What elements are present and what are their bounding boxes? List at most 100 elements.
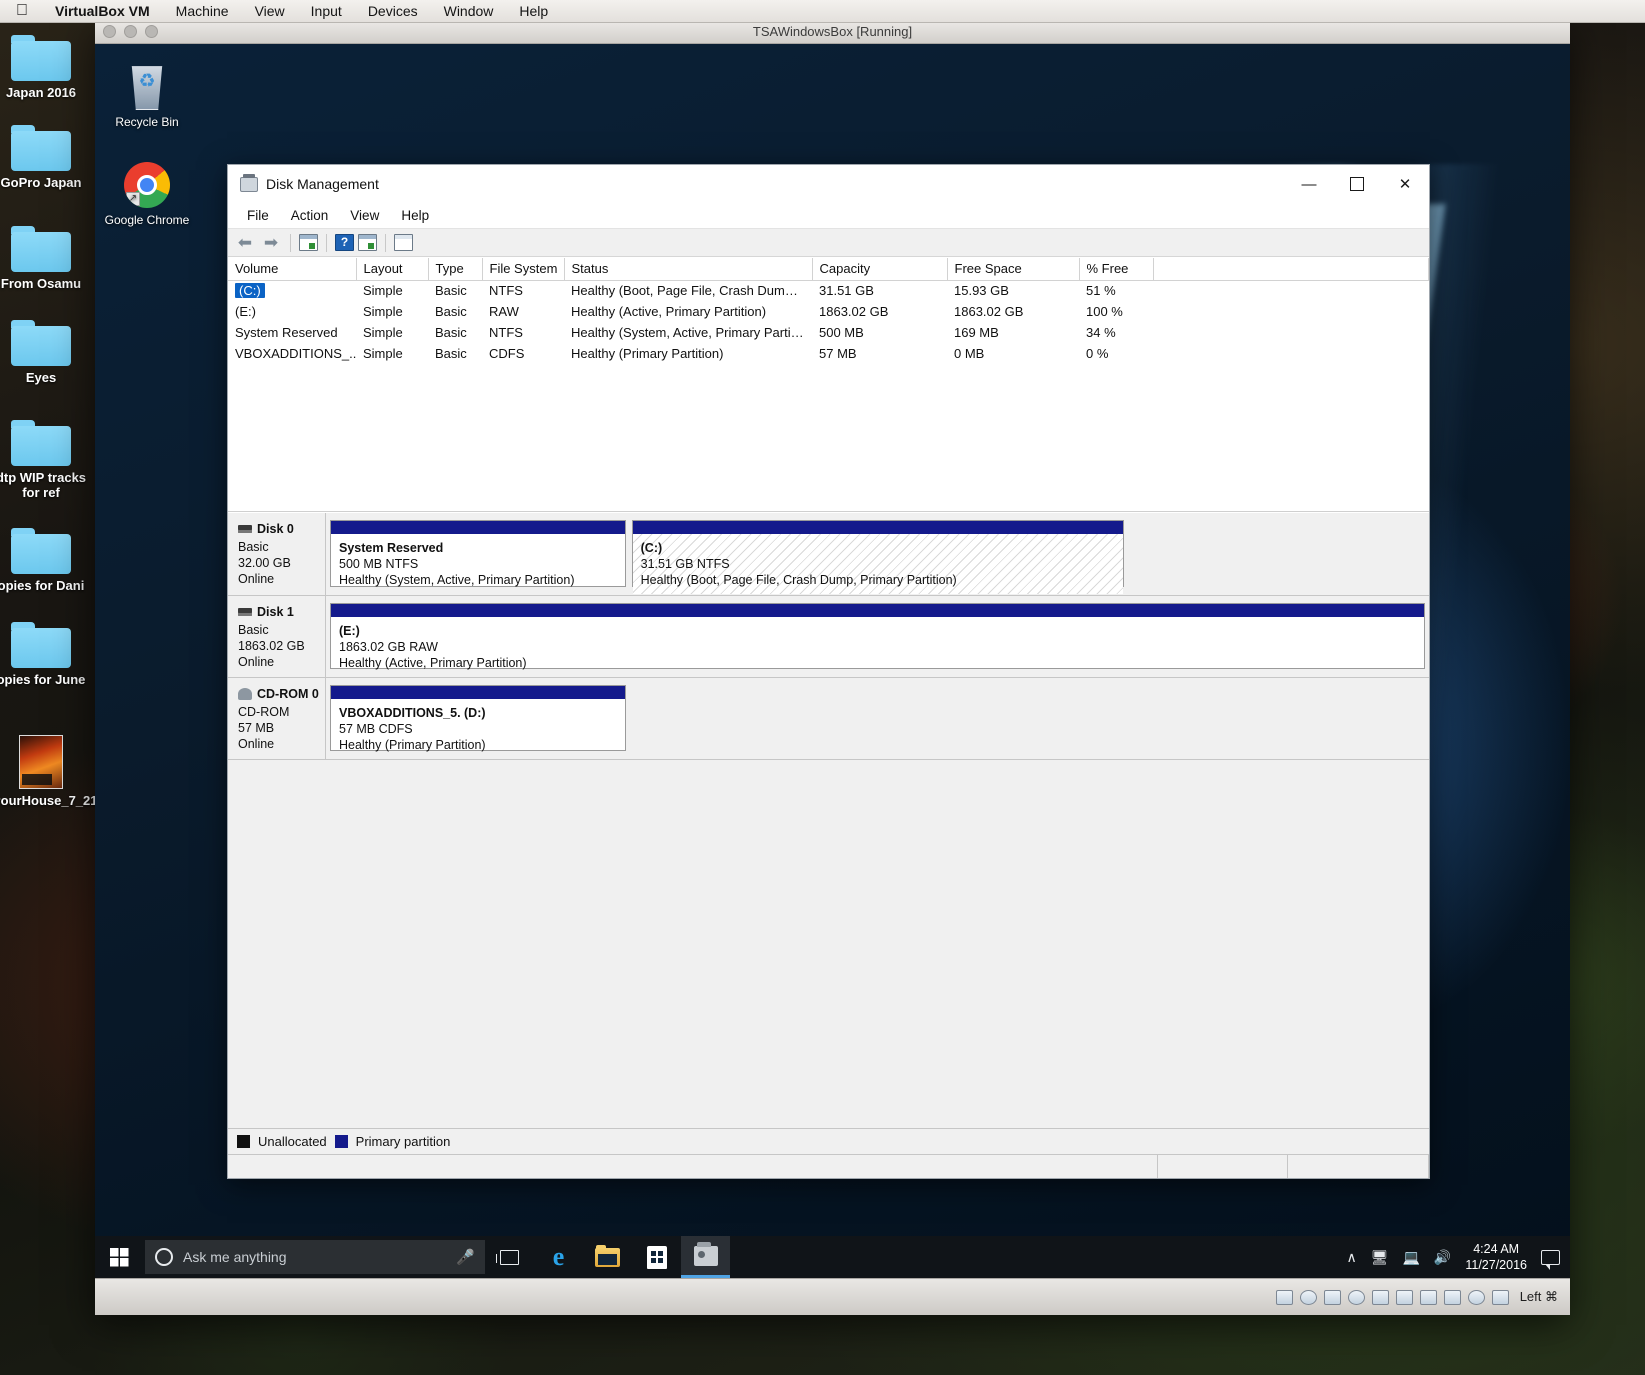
keyboard-icon[interactable] [1491, 1289, 1509, 1305]
apple-menu-icon[interactable]:  [0, 1, 42, 21]
optical-disk-icon[interactable] [1299, 1289, 1317, 1305]
vm-title-bar[interactable]: TSAWindowsBox [Running] [95, 20, 1570, 44]
mac-menu-input[interactable]: Input [298, 0, 355, 23]
partition-e-drive[interactable]: (E:) 1863.02 GB RAW Healthy (Active, Pri… [330, 603, 1425, 670]
mac-menu-devices[interactable]: Devices [355, 0, 431, 23]
legend-label-primary-partition: Primary partition [355, 1134, 451, 1149]
mac-menu-virtualbox-vm[interactable]: VirtualBox VM [42, 0, 163, 23]
win-desktop-icon-label: Google Chrome [104, 213, 190, 227]
virtualbox-status-bar[interactable]: Left ⌘ [95, 1278, 1570, 1315]
column-header-layout[interactable]: Layout [356, 258, 429, 281]
graphical-disk-pane[interactable]: Disk 0 Basic 32.00 GB Online System Rese… [228, 512, 1429, 1128]
desktop-icon-copies-for-june[interactable]: opies for June [0, 622, 90, 687]
mouse-integration-icon[interactable] [1467, 1289, 1485, 1305]
disk-size: 1863.02 GB [238, 639, 305, 653]
remote-desktop-icon[interactable] [1443, 1289, 1461, 1305]
column-header-capacity[interactable]: Capacity [812, 258, 948, 281]
partition-system-reserved[interactable]: System Reserved 500 MB NTFS Healthy (Sys… [330, 520, 626, 587]
close-button[interactable]: ✕ [1381, 165, 1429, 203]
network-icon[interactable] [1323, 1289, 1341, 1305]
table-row[interactable]: (C:) Simple Basic NTFS Healthy (Boot, Pa… [228, 280, 1429, 301]
menu-help[interactable]: Help [390, 206, 440, 225]
cell-volume: System Reserved [228, 322, 356, 343]
disk-info-disk-0: Disk 0 Basic 32.00 GB Online [228, 513, 326, 595]
mac-menu-bar[interactable]:  VirtualBox VM Machine View Input Devic… [0, 0, 1645, 23]
volume-list-pane[interactable]: Volume Layout Type File System Status Ca… [228, 257, 1429, 512]
maximize-button[interactable] [1333, 165, 1381, 203]
disk-management-window[interactable]: Disk Management — ✕ File Action View Hel… [227, 164, 1430, 1179]
display-icon[interactable] [1395, 1289, 1413, 1305]
desktop-icon-gopro-japan[interactable]: GoPro Japan [0, 125, 90, 190]
window-title: Disk Management [266, 176, 379, 192]
disk-row-disk-1[interactable]: Disk 1 Basic 1863.02 GB Online (E:) 1863… [228, 596, 1429, 678]
action-menu-icon[interactable] [358, 234, 377, 251]
mac-menu-machine[interactable]: Machine [163, 0, 242, 23]
properties-icon[interactable] [394, 234, 413, 251]
win-desktop-icon-recycle-bin[interactable]: Recycle Bin [103, 66, 191, 129]
partition-title: (E:) [339, 624, 360, 638]
taskbar-file-explorer[interactable] [583, 1236, 632, 1278]
legend-label-unallocated: Unallocated [258, 1134, 327, 1149]
table-row[interactable]: VBOXADDITIONS_... Simple Basic CDFS Heal… [228, 343, 1429, 364]
menu-view[interactable]: View [339, 206, 390, 225]
shared-folder-icon[interactable] [1371, 1289, 1389, 1305]
table-row[interactable]: (E:) Simple Basic RAW Healthy (Active, P… [228, 301, 1429, 322]
win-desktop-icon-google-chrome[interactable]: ↗ Google Chrome [103, 162, 191, 227]
desktop-icon-dtp-wip-tracks[interactable]: dtp WIP tracks for ref [0, 420, 90, 500]
column-header-volume[interactable]: Volume [228, 258, 357, 281]
taskbar-microsoft-store[interactable] [632, 1236, 681, 1278]
show-hide-console-tree-icon[interactable] [299, 234, 318, 251]
column-header-file-system[interactable]: File System [482, 258, 565, 281]
taskbar-task-view-button[interactable] [485, 1236, 534, 1278]
mac-menu-help[interactable]: Help [506, 0, 561, 23]
column-header-filler[interactable] [1153, 258, 1429, 281]
cell-status: Healthy (Active, Primary Partition) [571, 304, 767, 319]
video-capture-icon[interactable] [1419, 1289, 1437, 1305]
clock[interactable]: 4:24 AM 11/27/2016 [1465, 1241, 1527, 1273]
microphone-icon[interactable]: 🎤 [456, 1248, 475, 1266]
cortana-search-box[interactable]: Ask me anything 🎤 [145, 1240, 485, 1274]
virtualbox-vm-window[interactable]: TSAWindowsBox [Running] Recycle Bin ↗ Go… [95, 20, 1570, 1315]
disk-management-toolbar[interactable]: ⬅ ➡ ? [228, 229, 1429, 257]
column-header-status[interactable]: Status [564, 258, 813, 281]
desktop-icon-copies-for-dani[interactable]: opies for Dani [0, 528, 90, 593]
taskbar-microsoft-edge[interactable]: e [534, 1236, 583, 1278]
minimize-button[interactable]: — [1285, 165, 1333, 203]
desktop-icon-japan-2016[interactable]: Japan 2016 [0, 35, 90, 100]
back-arrow-icon[interactable]: ⬅ [234, 233, 256, 253]
menu-file[interactable]: File [236, 206, 280, 225]
partition-vboxadditions[interactable]: VBOXADDITIONS_5. (D:) 57 MB CDFS Healthy… [330, 685, 626, 752]
disk-management-menu-bar[interactable]: File Action View Help [228, 203, 1429, 229]
column-header-type[interactable]: Type [428, 258, 483, 281]
toolbar-separator [326, 233, 327, 252]
vm-guest-additions-icon[interactable]: 🖥 [1371, 1249, 1389, 1266]
taskbar-disk-management[interactable] [681, 1236, 730, 1278]
desktop-icon-pourhouse-pdf[interactable]: PourHouse_7_21_2016.pdf [0, 735, 157, 808]
hard-disk-icon[interactable] [1275, 1289, 1293, 1305]
cell-file-system: NTFS [489, 283, 523, 299]
desktop-icon-eyes[interactable]: Eyes [0, 320, 90, 385]
disk-management-title-bar[interactable]: Disk Management — ✕ [228, 165, 1429, 203]
table-row[interactable]: System Reserved Simple Basic NTFS Health… [228, 322, 1429, 343]
column-header-free-space[interactable]: Free Space [947, 258, 1080, 281]
mac-menu-view[interactable]: View [242, 0, 298, 23]
partition-c-drive[interactable]: (C:) 31.51 GB NTFS Healthy (Boot, Page F… [631, 520, 1125, 594]
window-controls: — ✕ [1285, 165, 1429, 203]
network-icon[interactable]: 💻 [1402, 1249, 1419, 1266]
menu-action[interactable]: Action [280, 206, 340, 225]
start-button[interactable] [95, 1236, 143, 1278]
usb-icon[interactable] [1347, 1289, 1365, 1305]
system-tray[interactable]: ∧ 🖥 💻 🔊 4:24 AM 11/27/2016 [1346, 1241, 1570, 1273]
help-icon[interactable]: ? [335, 234, 354, 251]
disk-management-icon [693, 1241, 718, 1266]
volume-icon[interactable]: 🔊 [1434, 1249, 1451, 1266]
mac-menu-window[interactable]: Window [431, 0, 507, 23]
column-header-percent-free[interactable]: % Free [1079, 258, 1154, 281]
forward-arrow-icon[interactable]: ➡ [260, 233, 282, 253]
desktop-icon-from-osamu[interactable]: From Osamu [0, 226, 90, 291]
disk-row-disk-0[interactable]: Disk 0 Basic 32.00 GB Online System Rese… [228, 513, 1429, 596]
disk-row-cdrom-0[interactable]: CD-ROM 0 CD-ROM 57 MB Online VBOXADDITIO… [228, 678, 1429, 760]
show-hidden-icons-chevron-icon[interactable]: ∧ [1346, 1249, 1356, 1266]
windows-taskbar[interactable]: Ask me anything 🎤 e ∧ 🖥 💻 🔊 4:24 AM 11/2… [95, 1236, 1570, 1278]
action-center-icon[interactable] [1541, 1249, 1560, 1270]
